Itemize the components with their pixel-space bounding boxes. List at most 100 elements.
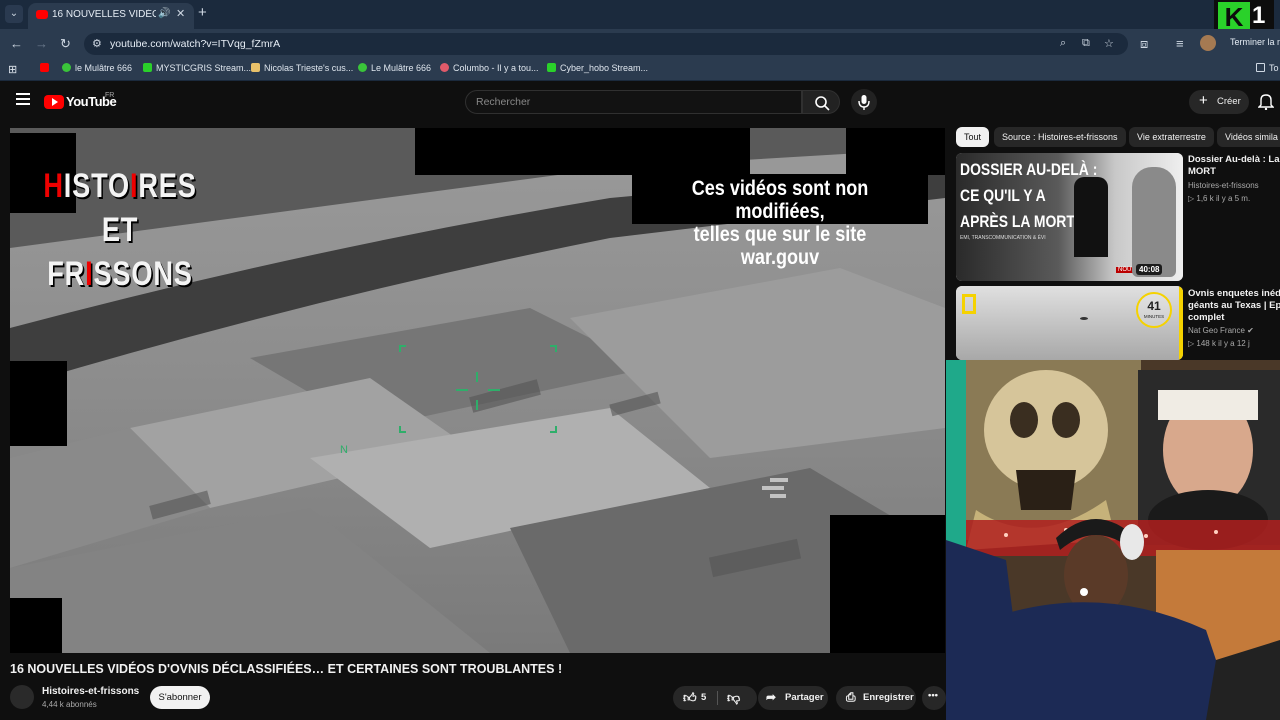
- bookmark-item[interactable]: le Mulâtre 666: [62, 63, 132, 73]
- share-button[interactable]: ➦ Partager: [758, 686, 828, 710]
- rec-meta: ▷ 148 k il y a 12 j: [1188, 339, 1250, 348]
- webcam-overlay: [946, 360, 1280, 720]
- search-icon: [815, 96, 830, 111]
- channel-avatar[interactable]: [10, 685, 34, 709]
- like-icon[interactable]: 👍︎: [683, 690, 697, 706]
- youtube-favicon-icon: [36, 10, 48, 19]
- bookmark-youtube[interactable]: [40, 63, 53, 73]
- install-icon[interactable]: ⧉: [1082, 37, 1090, 50]
- bookmark-folder[interactable]: To: [1256, 63, 1279, 73]
- menu-icon[interactable]: [16, 93, 30, 105]
- extensions-icon[interactable]: ⧈: [1140, 36, 1148, 52]
- share-label: Partager: [785, 692, 824, 703]
- new-tab-icon[interactable]: +: [198, 4, 207, 21]
- voice-search-button[interactable]: [851, 89, 877, 115]
- url-text[interactable]: youtube.com/watch?v=ITVqg_fZmrA: [110, 38, 280, 50]
- bell-icon[interactable]: [1258, 92, 1274, 110]
- duration-badge: 41 MINUTES: [1136, 292, 1172, 328]
- save-button[interactable]: ⎙ Enregistrer: [836, 686, 916, 710]
- black-block: [10, 598, 62, 653]
- rec-title[interactable]: Ovnis enquetes inédites géants au Texas …: [1188, 288, 1280, 324]
- watermark-line1: HISTOIRES: [43, 167, 197, 205]
- subscribe-label: S'abonner: [158, 692, 202, 703]
- apps-grid-icon[interactable]: ⊞: [8, 63, 17, 76]
- rec-channel-text: Nat Geo France: [1188, 326, 1245, 335]
- rec-title-line1: Ovnis enquetes inédites: [1188, 288, 1280, 299]
- chip-similar[interactable]: Vidéos simila: [1217, 127, 1280, 147]
- tab-title: 16 NOUVELLES VIDÉOS D'O: [52, 9, 156, 20]
- caption-line1: Ces vidéos sont non modifiées,: [691, 177, 869, 223]
- search-input[interactable]: Rechercher: [465, 90, 802, 114]
- plus-icon: +: [1199, 92, 1208, 109]
- rec-channel[interactable]: Histoires-et-frissons: [1188, 181, 1259, 190]
- bookmark-item[interactable]: Le Mulâtre 666: [358, 63, 431, 73]
- like-count[interactable]: 5: [701, 692, 706, 703]
- black-block: [830, 515, 945, 653]
- webcam-image: [946, 360, 1280, 720]
- bookmark-label: To: [1269, 63, 1279, 73]
- bookmark-favicon-icon: [358, 63, 367, 72]
- rec-channel[interactable]: Nat Geo France ✔: [1188, 326, 1254, 335]
- chip-all[interactable]: Tout: [956, 127, 990, 147]
- video-player[interactable]: N HISTOIRES ET FRISSONS Ces vidéos sont …: [10, 128, 945, 653]
- bookmark-favicon-icon: [440, 63, 449, 72]
- share-icon: ➦: [766, 690, 777, 704]
- zoom-icon[interactable]: ⌕: [1060, 37, 1066, 50]
- omnibox[interactable]: ⚙ youtube.com/watch?v=ITVqg_fZmrA ⌕ ⧉ ☆: [84, 33, 1128, 55]
- search-button[interactable]: [802, 90, 840, 114]
- play-icon: [52, 98, 58, 106]
- bookmark-label: Nicolas Trieste's cus...: [264, 63, 354, 73]
- verified-icon: ✔: [1247, 326, 1254, 335]
- bookmark-favicon-icon: [547, 63, 556, 72]
- bookmark-item[interactable]: MYSTICGRIS Stream...: [143, 63, 251, 73]
- channel-watermark: HISTOIRES ET FRISSONS: [40, 164, 200, 296]
- watermark-line2: ET FRISSONS: [47, 211, 193, 293]
- duration-badge-number: 41: [1147, 299, 1161, 313]
- tab-search-button[interactable]: ⌄: [5, 5, 23, 23]
- more-actions-button[interactable]: •••: [922, 686, 946, 710]
- rec-title[interactable]: Dossier Au-delà : La VIE MORT: [1188, 154, 1280, 178]
- finish-update-button[interactable]: Terminer la m: [1230, 37, 1280, 47]
- rec-title-line1: Dossier Au-delà : La VIE: [1188, 154, 1280, 165]
- portrait: [1132, 167, 1176, 277]
- bookmark-favicon-icon: [251, 63, 260, 72]
- black-block: [415, 128, 750, 175]
- bookmark-item[interactable]: Nicolas Trieste's cus...: [251, 63, 353, 73]
- subscriber-count: 4,44 k abonnés: [42, 700, 97, 709]
- rec-title-line2: géants au Texas | Episo: [1188, 300, 1280, 311]
- speaker-icon[interactable]: 🔊: [158, 8, 170, 19]
- bookmark-label: le Mulâtre 666: [75, 63, 133, 73]
- dislike-icon[interactable]: 👎︎: [727, 690, 740, 706]
- chip-aliens[interactable]: Vie extraterrestre: [1129, 127, 1214, 147]
- address-bar-row: ← → ↻ ⚙ youtube.com/watch?v=ITVqg_fZmrA …: [0, 29, 1280, 59]
- media-controls-icon[interactable]: ≡: [1176, 36, 1184, 51]
- reload-icon[interactable]: ↻: [60, 36, 71, 52]
- create-button[interactable]: + Créer: [1189, 90, 1249, 114]
- channel-name[interactable]: Histoires-et-frissons: [42, 686, 139, 697]
- profile-avatar[interactable]: [1200, 35, 1216, 51]
- rec-thumbnail[interactable]: DOSSIER AU-DELÀ : CE QU'IL Y A APRÈS LA …: [956, 153, 1183, 281]
- black-block: [10, 361, 67, 446]
- rec-title-line2: MORT: [1188, 166, 1216, 177]
- k1-number: 1: [1252, 2, 1266, 29]
- search-placeholder: Rechercher: [476, 96, 531, 108]
- create-label: Créer: [1217, 96, 1241, 107]
- browser-tab[interactable]: 16 NOUVELLES VIDÉOS D'O 🔊 ✕: [28, 3, 194, 29]
- bookmark-label: Cyber_hobo Stream...: [560, 63, 649, 73]
- close-icon[interactable]: ✕: [176, 7, 185, 20]
- forward-icon[interactable]: →: [35, 36, 48, 51]
- youtube-favicon-icon: [40, 63, 49, 72]
- site-info-icon[interactable]: ⚙: [92, 37, 102, 50]
- subscribe-button[interactable]: S'abonner: [150, 686, 210, 709]
- rec-thumbnail[interactable]: 41 MINUTES: [956, 286, 1183, 360]
- rec-meta: ▷ 1,6 k il y a 5 m.: [1188, 194, 1250, 203]
- chip-source[interactable]: Source : Histoires-et-frissons: [994, 127, 1126, 147]
- thumbnail-small-text: EMI, TRANSCOMMUNICATION & ÉVI: [960, 235, 1046, 241]
- figure-silhouette: [1074, 177, 1108, 257]
- back-icon[interactable]: ←: [10, 36, 23, 51]
- bookmarks-bar: ⊞ le Mulâtre 666 MYSTICGRIS Stream... Ni…: [0, 59, 1280, 81]
- bookmark-item[interactable]: Cyber_hobo Stream...: [547, 63, 648, 73]
- bookmark-label: Le Mulâtre 666: [371, 63, 432, 73]
- bookmark-item[interactable]: Columbo - Il y a tou...: [440, 63, 539, 73]
- star-icon[interactable]: ☆: [1104, 37, 1114, 50]
